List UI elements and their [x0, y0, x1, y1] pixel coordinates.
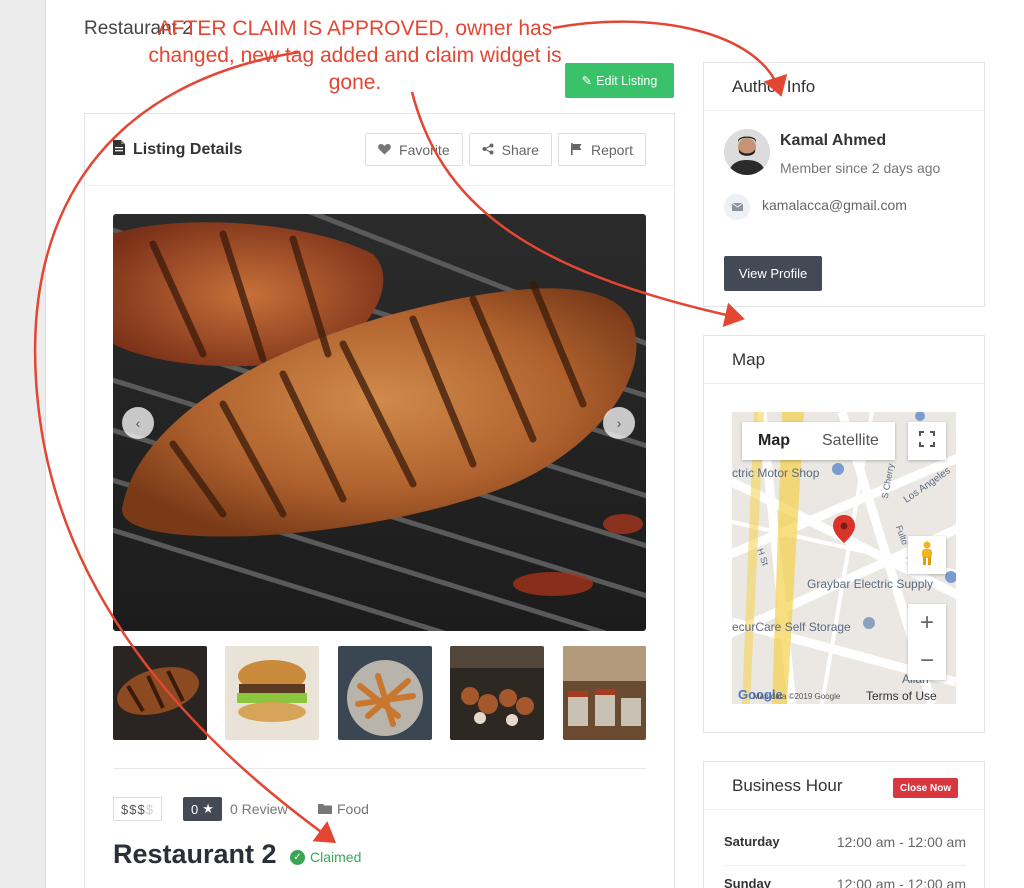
hour-row: Sunday 12:00 am - 12:00 am — [724, 876, 966, 888]
zoom-out-button[interactable]: − — [908, 642, 946, 680]
star-icon: ★ — [202, 801, 214, 816]
pegman-icon — [920, 541, 934, 570]
gallery-thumbnail[interactable] — [450, 646, 544, 740]
map-card: Map Map Satellite ctric Motor Shop Grayb… — [703, 335, 985, 733]
share-button[interactable]: Share — [468, 133, 552, 166]
chevron-right-icon: › — [616, 415, 622, 431]
claimed-label: Claimed — [310, 849, 362, 865]
hour-time: 12:00 am - 12:00 am — [836, 834, 966, 850]
avatar[interactable] — [724, 129, 770, 175]
author-info-card: Author Info Kamal Ahmed Member since 2 d… — [703, 62, 985, 307]
category-link[interactable]: Food — [318, 801, 369, 817]
author-info-header: Author Info — [704, 63, 984, 111]
map-label-graybar: Graybar Electric Supply — [807, 577, 934, 591]
hour-day: Saturday — [724, 834, 780, 849]
gallery-prev-button[interactable]: ‹ — [122, 407, 154, 439]
hour-time: 12:00 am - 12:00 am — [836, 876, 966, 888]
zoom-controls: + − — [908, 604, 946, 680]
hour-divider — [724, 865, 966, 866]
document-icon — [113, 139, 125, 160]
author-name[interactable]: Kamal Ahmed — [780, 132, 886, 150]
business-hour-card: Business Hour Close Now Saturday 12:00 a… — [703, 761, 985, 888]
report-button[interactable]: Report — [557, 133, 646, 166]
claimed-badge: ✓ Claimed — [290, 849, 361, 865]
report-label: Report — [590, 141, 633, 158]
listing-hero-image — [113, 214, 646, 631]
street-view-pegman[interactable] — [908, 536, 946, 574]
listing-details-title: Listing Details — [133, 140, 243, 158]
rating-badge: 0 ★ — [183, 797, 222, 821]
listing-actions: Favorite Share Report — [365, 133, 646, 166]
terms-of-use-link[interactable]: Terms of Use — [866, 689, 937, 703]
map-data-credit: Map data ©2019 Google — [753, 692, 841, 701]
check-icon: ✓ — [290, 849, 305, 865]
folder-icon — [318, 801, 332, 817]
listing-details-title-wrap: Listing Details — [113, 139, 243, 160]
listing-name: Restaurant 2 — [113, 839, 277, 869]
tab-satellite[interactable]: Satellite — [806, 422, 895, 460]
hour-day: Sunday — [724, 876, 771, 888]
price-inactive: $ — [145, 801, 154, 817]
map-type-tabs: Map Satellite — [742, 422, 895, 460]
zoom-in-button[interactable]: + — [908, 604, 946, 642]
price-range-badge: $$$ $ — [113, 797, 162, 821]
map-label-storage: ecurCare Self Storage — [732, 620, 851, 634]
gallery-next-button[interactable]: › — [603, 407, 635, 439]
gallery-thumbnail[interactable] — [563, 646, 646, 740]
review-count-link[interactable]: 0 Review — [230, 801, 288, 817]
fullscreen-icon — [919, 430, 935, 452]
map-label-motor-shop: ctric Motor Shop — [732, 466, 820, 480]
gallery-thumbnail[interactable] — [113, 646, 207, 740]
listing-divider — [113, 768, 646, 769]
share-icon — [482, 142, 494, 158]
author-email[interactable]: kamalacca@gmail.com — [762, 197, 907, 213]
outer-left-gutter — [0, 0, 46, 888]
map-widget[interactable]: Map Satellite ctric Motor Shop Graybar E… — [732, 412, 956, 704]
heart-icon — [378, 142, 391, 158]
map-footer: Google Map data ©2019 Google Terms of Us… — [732, 687, 956, 704]
favorite-label: Favorite — [399, 141, 450, 158]
listing-details-header: Listing Details Favorite Share Report — [85, 114, 674, 186]
edit-listing-button[interactable]: ✎ Edit Listing — [565, 63, 674, 98]
category-label: Food — [337, 801, 369, 817]
edit-listing-label: Edit Listing — [596, 73, 658, 88]
edit-icon: ✎ — [581, 74, 593, 88]
chevron-left-icon: ‹ — [135, 415, 141, 431]
favorite-button[interactable]: Favorite — [365, 133, 463, 166]
author-member-since: Member since 2 days ago — [780, 160, 941, 176]
share-label: Share — [501, 141, 539, 158]
tab-map[interactable]: Map — [742, 422, 806, 460]
envelope-icon — [724, 194, 750, 220]
view-profile-button[interactable]: View Profile — [724, 256, 822, 291]
fullscreen-button[interactable] — [908, 422, 946, 460]
gallery-thumbnail[interactable] — [338, 646, 432, 740]
annotation-text: AFTER CLAIM IS APPROVED, owner has chang… — [148, 17, 562, 94]
flag-icon — [570, 142, 583, 158]
status-badge: Close Now — [893, 778, 959, 798]
hour-row: Saturday 12:00 am - 12:00 am — [724, 834, 966, 850]
gallery-thumbnail[interactable] — [225, 646, 319, 740]
rating-value: 0 — [191, 801, 199, 817]
map-header: Map — [704, 336, 984, 384]
price-active: $$$ — [121, 801, 146, 817]
